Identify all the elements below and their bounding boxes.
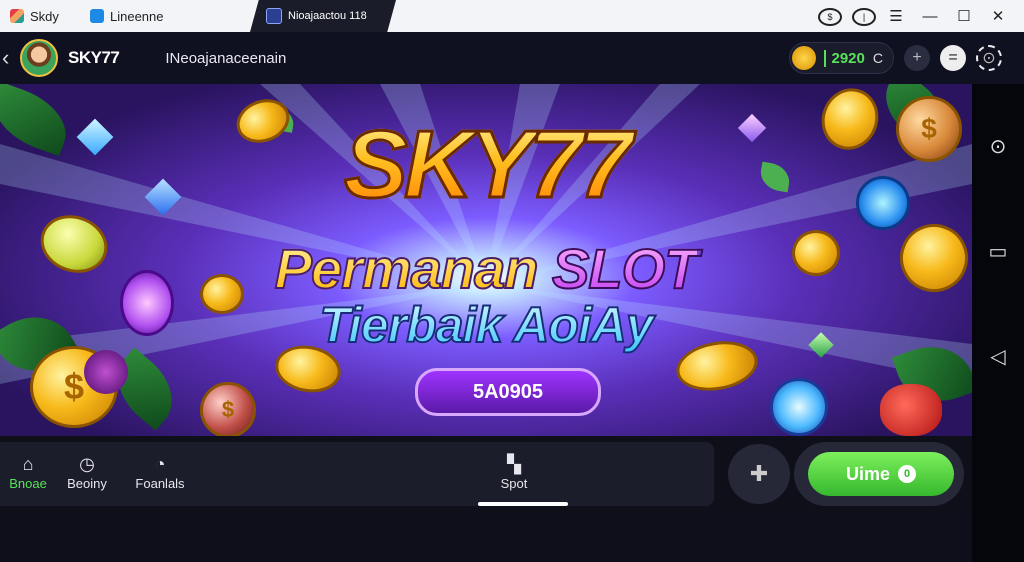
add-icon[interactable]: +: [904, 45, 930, 71]
banner-line1: Permanan SLOT: [0, 236, 972, 301]
search-icon[interactable]: ⊙: [990, 134, 1007, 159]
tab-label: Nioajaactou 118: [288, 10, 367, 22]
recents-icon[interactable]: ▭: [989, 239, 1008, 264]
banner-line1-b: SLOT: [551, 236, 699, 301]
avatar[interactable]: [20, 39, 58, 77]
header-subtitle: INeoajanaceenain: [165, 49, 287, 67]
settings-icon[interactable]: ⊙: [976, 45, 1002, 71]
cta-label: Uime: [845, 463, 890, 484]
back-icon[interactable]: ◁: [990, 344, 1005, 369]
nav-item-history[interactable]: ◷ Beoiny: [62, 454, 112, 491]
back-arrow-icon[interactable]: ‹: [2, 45, 16, 71]
home-icon: ⌂: [22, 454, 34, 474]
coin-icon: [791, 46, 816, 70]
cta-container: Uime 0: [794, 442, 964, 506]
refresh-icon[interactable]: C: [873, 50, 883, 66]
app-icon: [266, 8, 282, 24]
bottom-nav: ⌂ Bnoae ◷ Beoiny ◔ Foanlals ▚ Spot: [0, 442, 714, 506]
tab-lineenne[interactable]: Lineenne: [80, 0, 230, 32]
promo-banner[interactable]: $ $ $ SKY77 Permanan SLOT Tierbaik AoiAy…: [0, 84, 972, 436]
minimize-icon[interactable]: —: [920, 8, 940, 25]
info-icon[interactable]: $: [818, 7, 842, 26]
tab-skdy[interactable]: Skdy: [0, 0, 80, 32]
maximize-icon[interactable]: ☐: [954, 7, 974, 25]
bottom-bar: ⌂ Bnoae ◷ Beoiny ◔ Foanlals ▚ Spot ✚ Uim…: [0, 436, 972, 512]
chat-icon: ◔: [154, 454, 166, 474]
promo-code-button[interactable]: 5A0905: [415, 368, 601, 416]
berry-decoration: [84, 350, 128, 394]
nav-item-home[interactable]: ⌂ Bnoae: [8, 454, 48, 491]
system-nav: ⊙ ▭ ◁: [972, 84, 1024, 562]
brand-name: SKY77: [68, 48, 120, 67]
blue-square-icon: [90, 9, 104, 23]
coin-decoration: [770, 378, 828, 436]
active-indicator: [478, 502, 568, 506]
app-header: ‹ SKY77 INeoajanaceenain 2920 C + = ⊙: [0, 32, 1024, 84]
menu-icon[interactable]: ☰: [886, 7, 906, 25]
banner-title: SKY77: [0, 110, 972, 220]
banner-line1-a: Permanan: [274, 236, 540, 301]
pepper-decoration: [880, 384, 942, 436]
nav-label: Beoiny: [67, 476, 107, 491]
cta-button[interactable]: Uime 0: [808, 452, 954, 496]
stack-icon: [10, 9, 24, 23]
nav-label: Bnoae: [9, 476, 47, 491]
nav-item-chat[interactable]: ◔ Foanlals: [132, 454, 188, 491]
power-icon[interactable]: |: [852, 7, 876, 26]
clock-icon: ◷: [79, 454, 95, 474]
puzzle-icon: ✚: [749, 461, 769, 486]
puzzle-button[interactable]: ✚: [728, 444, 790, 504]
cta-badge: 0: [898, 465, 916, 483]
coin-decoration: $: [200, 382, 256, 436]
tab-label: Lineenne: [110, 8, 164, 24]
menu-toggle-icon[interactable]: =: [940, 45, 966, 71]
coin-balance[interactable]: 2920 C: [788, 42, 894, 74]
window-controls: $ | ☰ — ☐ ✕: [818, 7, 1024, 26]
tab-active-app[interactable]: Nioajaactou 118: [250, 0, 396, 32]
banner-line2: Tierbaik AoiAy: [0, 296, 972, 354]
nav-label: Foanlals: [135, 476, 185, 491]
window-titlebar: Skdy Lineenne Nioajaactou 118 $ | ☰ — ☐ …: [0, 0, 1024, 32]
coin-amount: 2920: [823, 49, 865, 67]
nav-label: Spot: [500, 476, 528, 491]
header-actions: 2920 C + = ⊙: [788, 42, 1002, 74]
tab-label: Skdy: [30, 8, 59, 24]
close-icon[interactable]: ✕: [988, 7, 1008, 25]
grid-icon: ▚: [507, 454, 521, 474]
nav-item-spot[interactable]: ▚ Spot: [494, 454, 534, 491]
